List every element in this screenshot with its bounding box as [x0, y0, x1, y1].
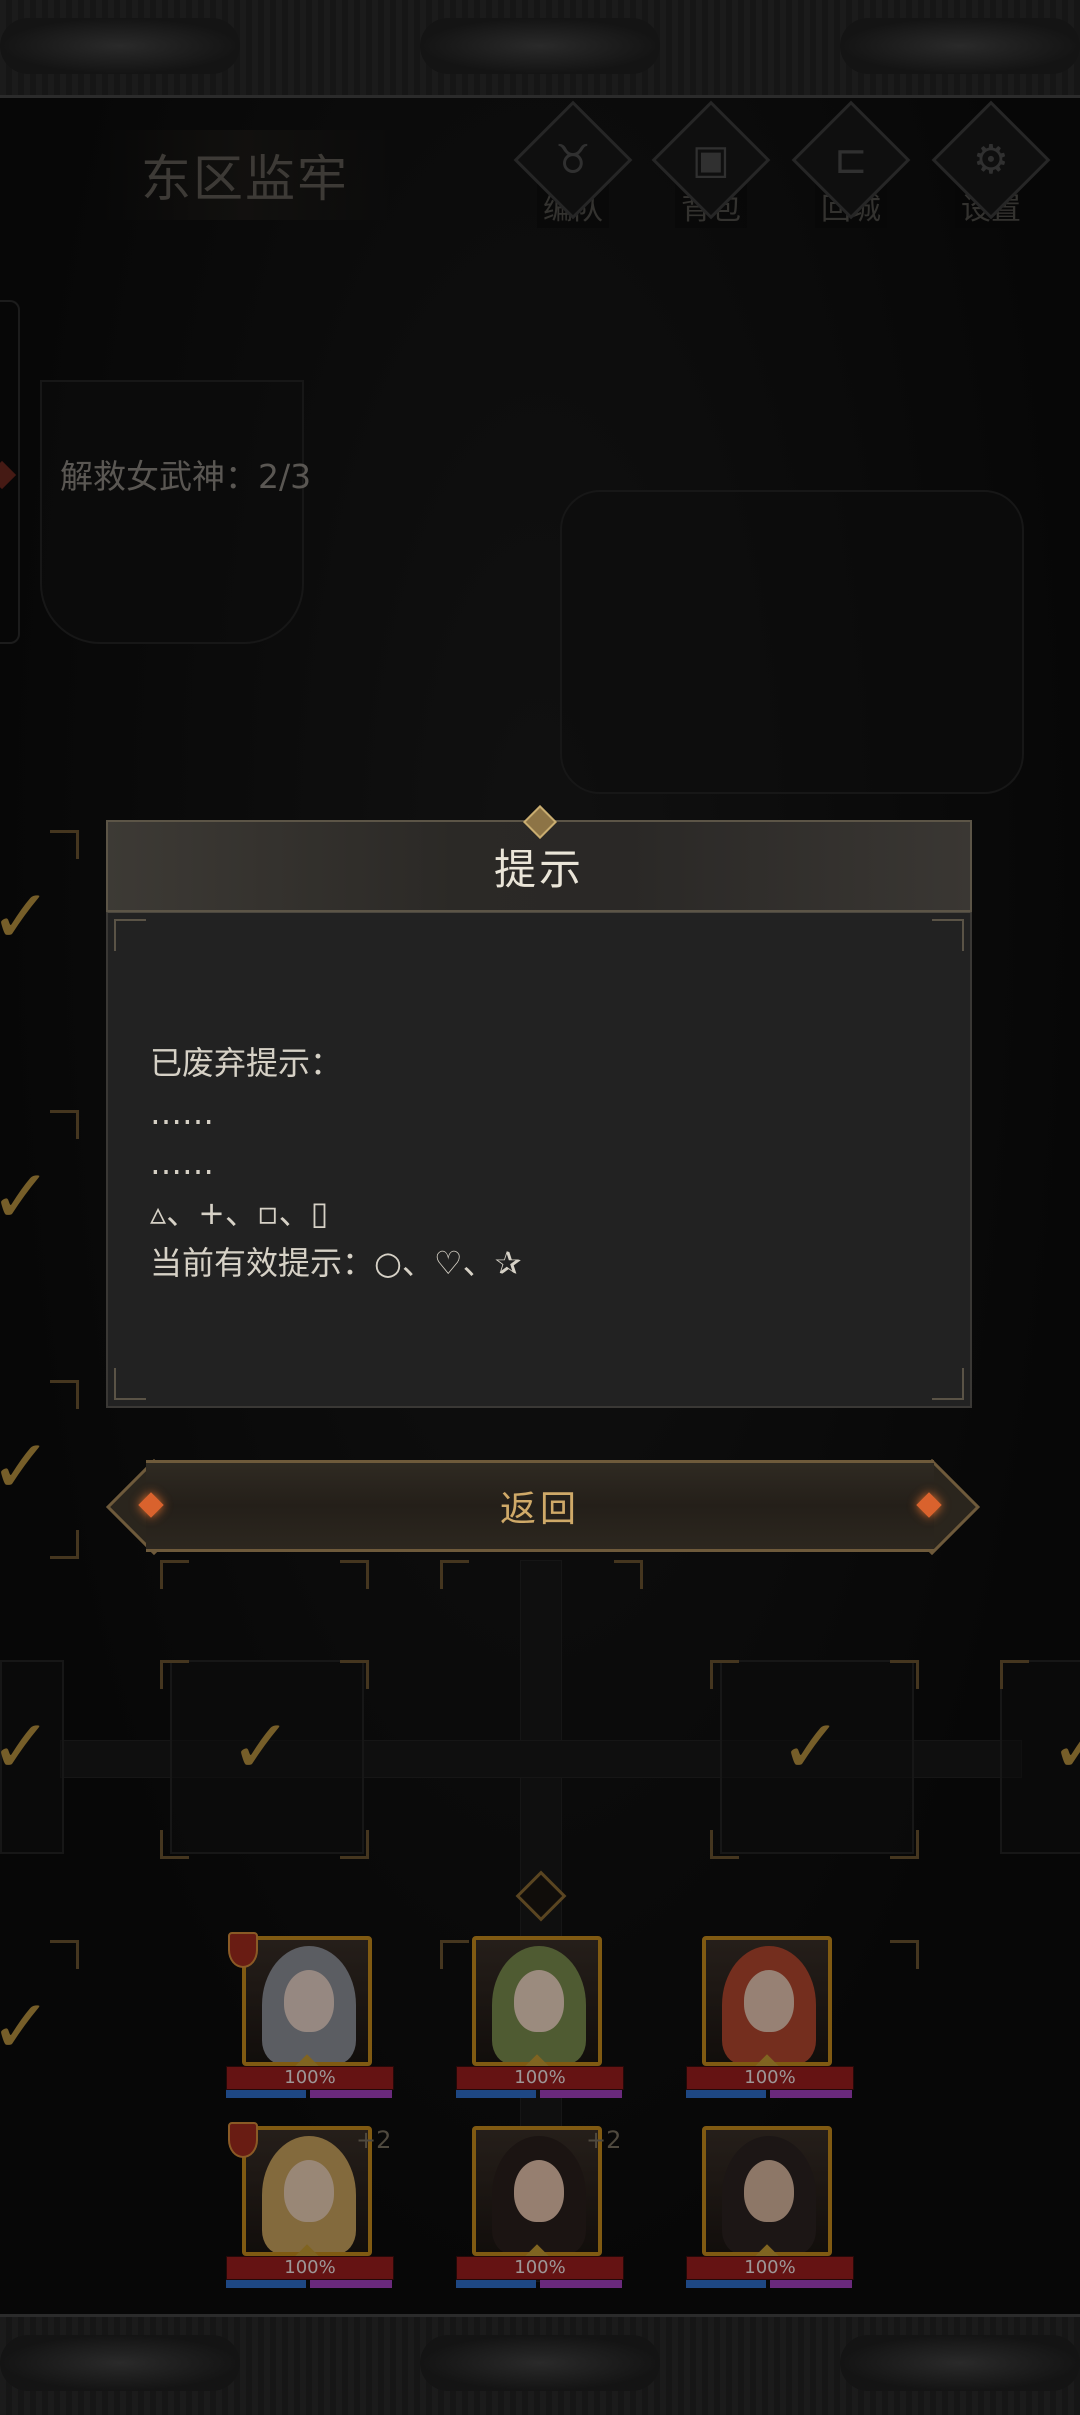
return-button[interactable]: 返回	[105, 1458, 981, 1556]
dialog-corner-ornament	[932, 919, 964, 951]
frame-ornament	[0, 2335, 240, 2391]
dialog-body: 已废弃提示： …… …… ▵、+、▫、▯ 当前有效提示：○、♡、✰	[106, 912, 972, 1408]
frame-ornament	[840, 18, 1080, 74]
bottom-frame-bar	[0, 2314, 1080, 2415]
frame-ornament	[0, 18, 240, 74]
hint-line: ……	[150, 1094, 214, 1132]
return-button-label: 返回	[499, 1489, 580, 1530]
top-frame-bar	[0, 0, 1080, 98]
dialog-corner-ornament	[932, 1368, 964, 1400]
hint-line: ……	[150, 1144, 214, 1182]
dialog-corner-ornament	[114, 919, 146, 951]
dialog-title: 提示	[493, 844, 584, 894]
hint-line: 当前有效提示：○、♡、✰	[150, 1244, 522, 1282]
frame-ornament	[420, 2335, 660, 2391]
hint-line: ▵、+、▫、▯	[150, 1194, 329, 1232]
dialog-corner-ornament	[114, 1368, 146, 1400]
hint-line: 已废弃提示：	[150, 1044, 343, 1082]
frame-ornament	[840, 2335, 1080, 2391]
hint-dialog: 提示 已废弃提示： …… …… ▵、+、▫、▯ 当前有效提示：○、♡、✰	[106, 805, 972, 1408]
frame-ornament	[420, 18, 660, 74]
hint-text: 已废弃提示： …… …… ▵、+、▫、▯ 当前有效提示：○、♡、✰	[150, 1038, 521, 1288]
